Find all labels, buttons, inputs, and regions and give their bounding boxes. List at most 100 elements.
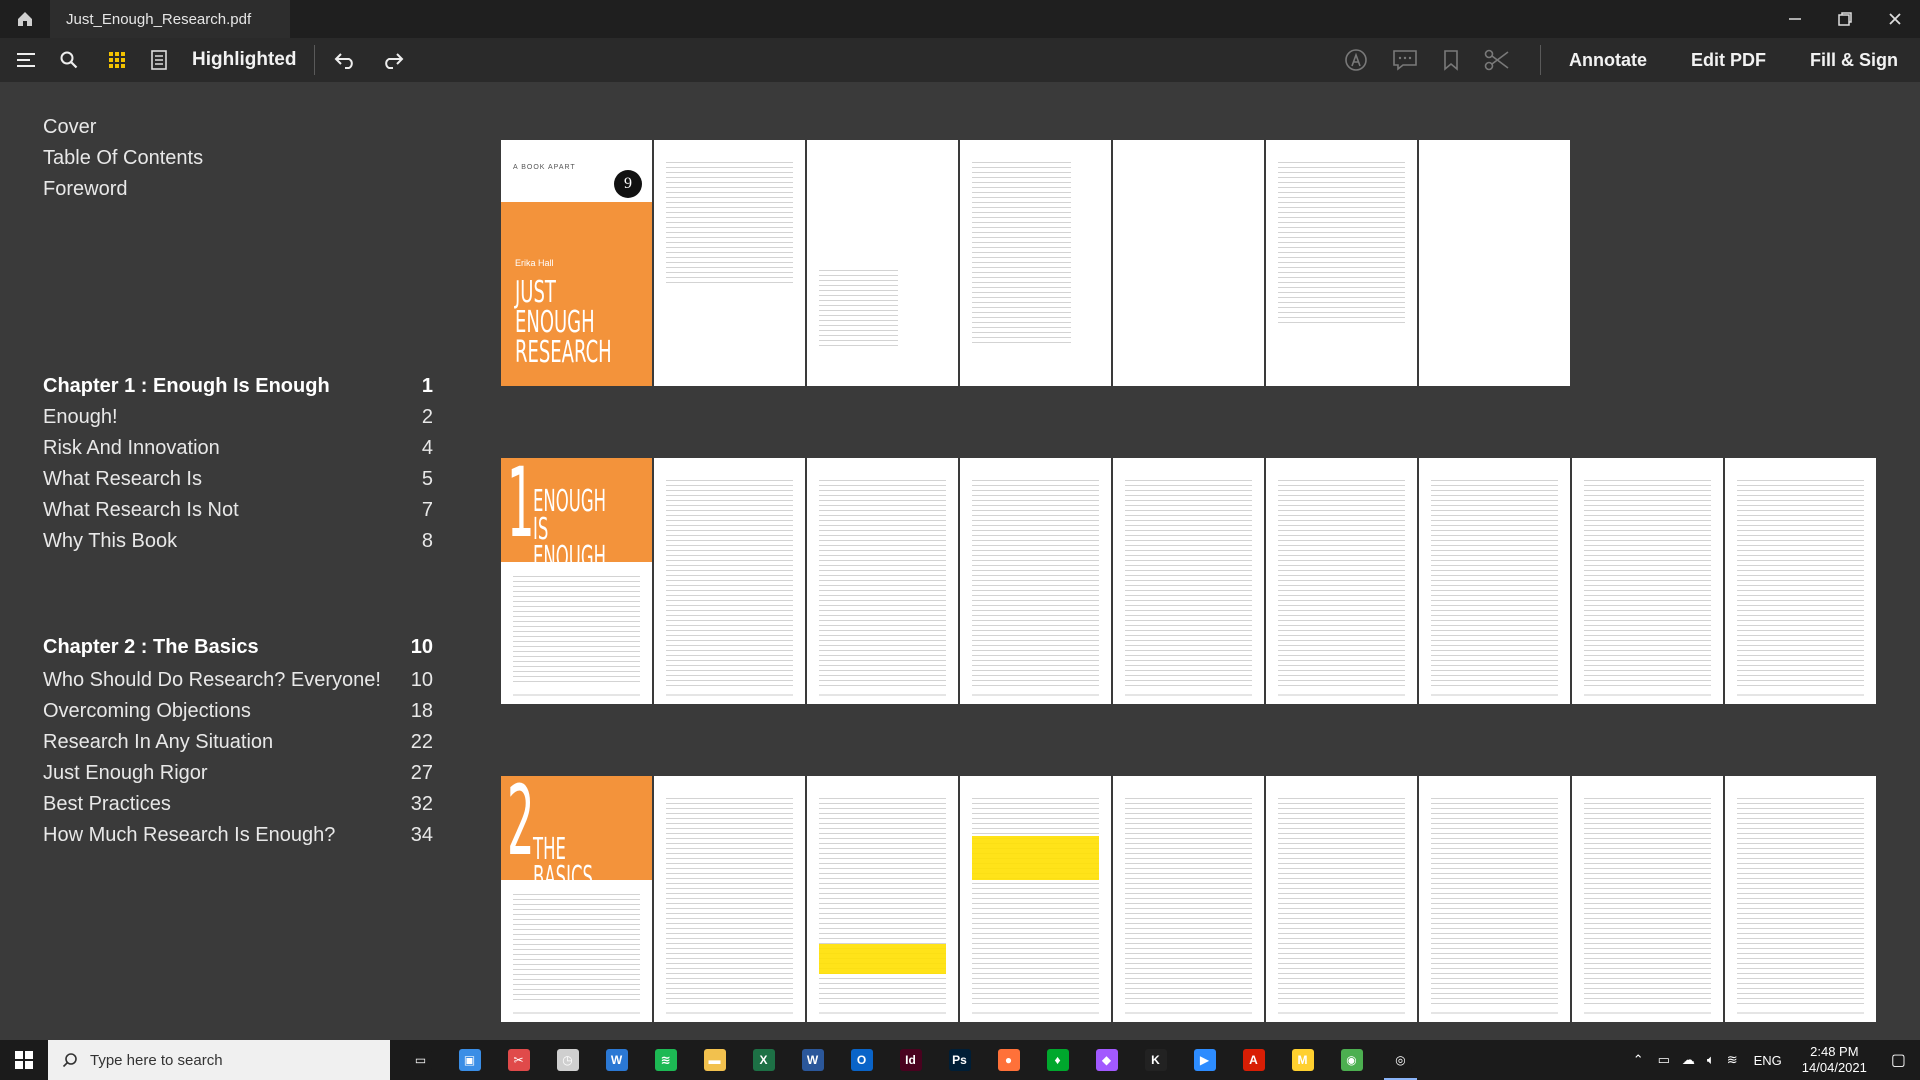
page-thumbnail[interactable] xyxy=(1572,458,1723,704)
taskbar-app-firefox[interactable]: ● xyxy=(984,1040,1033,1080)
page-thumbnail[interactable] xyxy=(654,140,805,386)
read-aloud-button[interactable] xyxy=(1332,38,1380,82)
page-thumbnail-chapter-1[interactable]: 1 ENOUGH IS ENOUGH xyxy=(501,458,652,704)
notifications-icon[interactable]: ▢ xyxy=(1877,1050,1920,1070)
toc-item[interactable]: Overcoming Objections 18 xyxy=(43,700,433,723)
page-thumbnail[interactable] xyxy=(1113,776,1264,1022)
comment-button[interactable] xyxy=(1380,38,1430,82)
taskbar-app-zoom[interactable]: ▶ xyxy=(1180,1040,1229,1080)
toc-item[interactable]: How Much Research Is Enough? 34 xyxy=(43,824,433,847)
page-thumbnail[interactable] xyxy=(1419,776,1570,1022)
page-thumbnail[interactable] xyxy=(1266,140,1417,386)
taskbar-app-miro[interactable]: M xyxy=(1278,1040,1327,1080)
start-button[interactable] xyxy=(0,1040,48,1080)
taskbar-app-figma[interactable]: ◆ xyxy=(1082,1040,1131,1080)
toc-item[interactable]: What Research Is 5 xyxy=(43,468,433,491)
page-thumbnail[interactable] xyxy=(654,458,805,704)
page-thumbnail[interactable] xyxy=(1266,458,1417,704)
volume-icon[interactable]: 🔈︎ xyxy=(1701,1052,1721,1068)
page-thumbnail[interactable] xyxy=(1419,458,1570,704)
onedrive-icon[interactable]: ☁ xyxy=(1676,1052,1701,1068)
search-icon xyxy=(60,51,78,69)
taskbar-app-acrobat[interactable]: A xyxy=(1229,1040,1278,1080)
taskbar-app-clock-app[interactable]: ◷ xyxy=(543,1040,592,1080)
network-icon[interactable]: ▭ xyxy=(1652,1052,1676,1068)
taskbar-app-evernote[interactable]: ♦ xyxy=(1033,1040,1082,1080)
system-tray: ⌃ ▭ ☁ 🔈︎ ≋ ENG 2:48 PM 14/04/2021 ▢ xyxy=(1625,1040,1920,1080)
taskbar-app-pdf-reader[interactable]: ◎ xyxy=(1376,1040,1425,1080)
toc-item[interactable]: Who Should Do Research? Everyone! 10 xyxy=(43,669,433,692)
toc-item[interactable]: Enough! 2 xyxy=(43,406,433,429)
toc-item[interactable]: Chapter 1 : Enough Is Enough 1 xyxy=(43,375,433,398)
page-thumbnail[interactable] xyxy=(654,776,805,1022)
toc-item[interactable]: Foreword xyxy=(43,178,433,201)
toc-item[interactable]: Risk And Innovation 4 xyxy=(43,437,433,460)
taskbar-app-snip-tool[interactable]: ✂ xyxy=(494,1040,543,1080)
taskbar-app-inkscape[interactable]: K xyxy=(1131,1040,1180,1080)
toc-item[interactable]: What Research Is Not 7 xyxy=(43,499,433,522)
home-icon xyxy=(18,12,32,26)
minimize-button[interactable] xyxy=(1770,0,1820,38)
home-button[interactable] xyxy=(0,0,50,38)
toc-item[interactable]: Chapter 2 : The Basics 10 xyxy=(43,636,433,659)
wifi-icon[interactable]: ≋ xyxy=(1721,1052,1744,1068)
taskbar-app-chrome[interactable]: ◉ xyxy=(1327,1040,1376,1080)
toc-item[interactable]: Table Of Contents xyxy=(43,147,433,170)
chevron-up-icon[interactable]: ⌃ xyxy=(1625,1052,1652,1068)
toc-item[interactable]: Research In Any Situation 22 xyxy=(43,731,433,754)
taskbar-app-word-online[interactable]: W xyxy=(592,1040,641,1080)
search-button[interactable] xyxy=(48,38,90,82)
view-filter-label[interactable]: Highlighted xyxy=(180,49,308,71)
cut-button[interactable] xyxy=(1472,38,1534,82)
edit-pdf-button[interactable]: Edit PDF xyxy=(1669,50,1788,71)
page-thumbnail-cover[interactable]: A BOOK APART 9 Erika Hall JUST ENOUGH RES… xyxy=(501,140,652,386)
page-thumbnail[interactable] xyxy=(1266,776,1417,1022)
cover-publisher: A BOOK APART xyxy=(513,164,576,171)
page-view-button[interactable] xyxy=(138,38,180,82)
undo-button[interactable] xyxy=(321,38,369,82)
page-thumbnail[interactable] xyxy=(960,458,1111,704)
snip-tool-icon: ✂ xyxy=(507,1049,530,1071)
taskbar-app-remote-desktop[interactable]: ▣ xyxy=(445,1040,494,1080)
page-thumbnail[interactable] xyxy=(807,140,958,386)
taskbar-search[interactable]: Type here to search xyxy=(48,1040,390,1080)
thumbnail-row-chapter-2: 2 THE BASICS xyxy=(501,776,1876,1022)
fill-sign-button[interactable]: Fill & Sign xyxy=(1788,50,1920,71)
redo-button[interactable] xyxy=(369,38,417,82)
taskbar-app-photoshop[interactable]: Ps xyxy=(935,1040,984,1080)
clock[interactable]: 2:48 PM 14/04/2021 xyxy=(1792,1044,1877,1076)
taskbar-app-spotify[interactable]: ≋ xyxy=(641,1040,690,1080)
toc-item[interactable]: Just Enough Rigor 27 xyxy=(43,762,433,785)
page-thumbnail[interactable] xyxy=(1113,458,1264,704)
page-thumbnail[interactable] xyxy=(1725,458,1876,704)
page-thumbnail[interactable] xyxy=(1725,776,1876,1022)
thumbnail-view-button[interactable] xyxy=(90,38,138,82)
restore-button[interactable] xyxy=(1820,0,1870,38)
page-thumbnail[interactable] xyxy=(807,458,958,704)
page-thumbnail-chapter-2[interactable]: 2 THE BASICS xyxy=(501,776,652,1022)
taskbar-app-indesign[interactable]: Id xyxy=(886,1040,935,1080)
taskbar-app-outlook[interactable]: O xyxy=(837,1040,886,1080)
document-tab[interactable]: Just_Enough_Research.pdf xyxy=(50,0,290,38)
acrobat-icon: A xyxy=(1242,1049,1265,1071)
page-thumbnail-highlighted[interactable] xyxy=(960,776,1111,1022)
toc-item[interactable]: Cover xyxy=(43,116,433,139)
taskbar-app-word[interactable]: W xyxy=(788,1040,837,1080)
taskbar-app-file-explorer[interactable]: ▬ xyxy=(690,1040,739,1080)
toc-item[interactable]: Why This Book 8 xyxy=(43,530,433,553)
annotate-button[interactable]: Annotate xyxy=(1547,50,1669,71)
menu-button[interactable] xyxy=(0,38,48,82)
page-thumbnail[interactable] xyxy=(1572,776,1723,1022)
inkscape-icon: K xyxy=(1144,1049,1167,1071)
page-thumbnail[interactable] xyxy=(1113,140,1264,386)
toc-item[interactable]: Best Practices 32 xyxy=(43,793,433,816)
bookmark-button[interactable] xyxy=(1430,38,1472,82)
page-thumbnail[interactable] xyxy=(1419,140,1570,386)
table-of-contents: Cover Table Of Contents Foreword Chapter 1 … xyxy=(0,82,470,1042)
taskbar-app-excel[interactable]: X xyxy=(739,1040,788,1080)
page-thumbnail[interactable] xyxy=(960,140,1111,386)
close-button[interactable] xyxy=(1870,0,1920,38)
page-thumbnail-highlighted[interactable] xyxy=(807,776,958,1022)
language-indicator[interactable]: ENG xyxy=(1744,1053,1792,1068)
taskbar-app-task-view[interactable]: ▭ xyxy=(396,1040,445,1080)
